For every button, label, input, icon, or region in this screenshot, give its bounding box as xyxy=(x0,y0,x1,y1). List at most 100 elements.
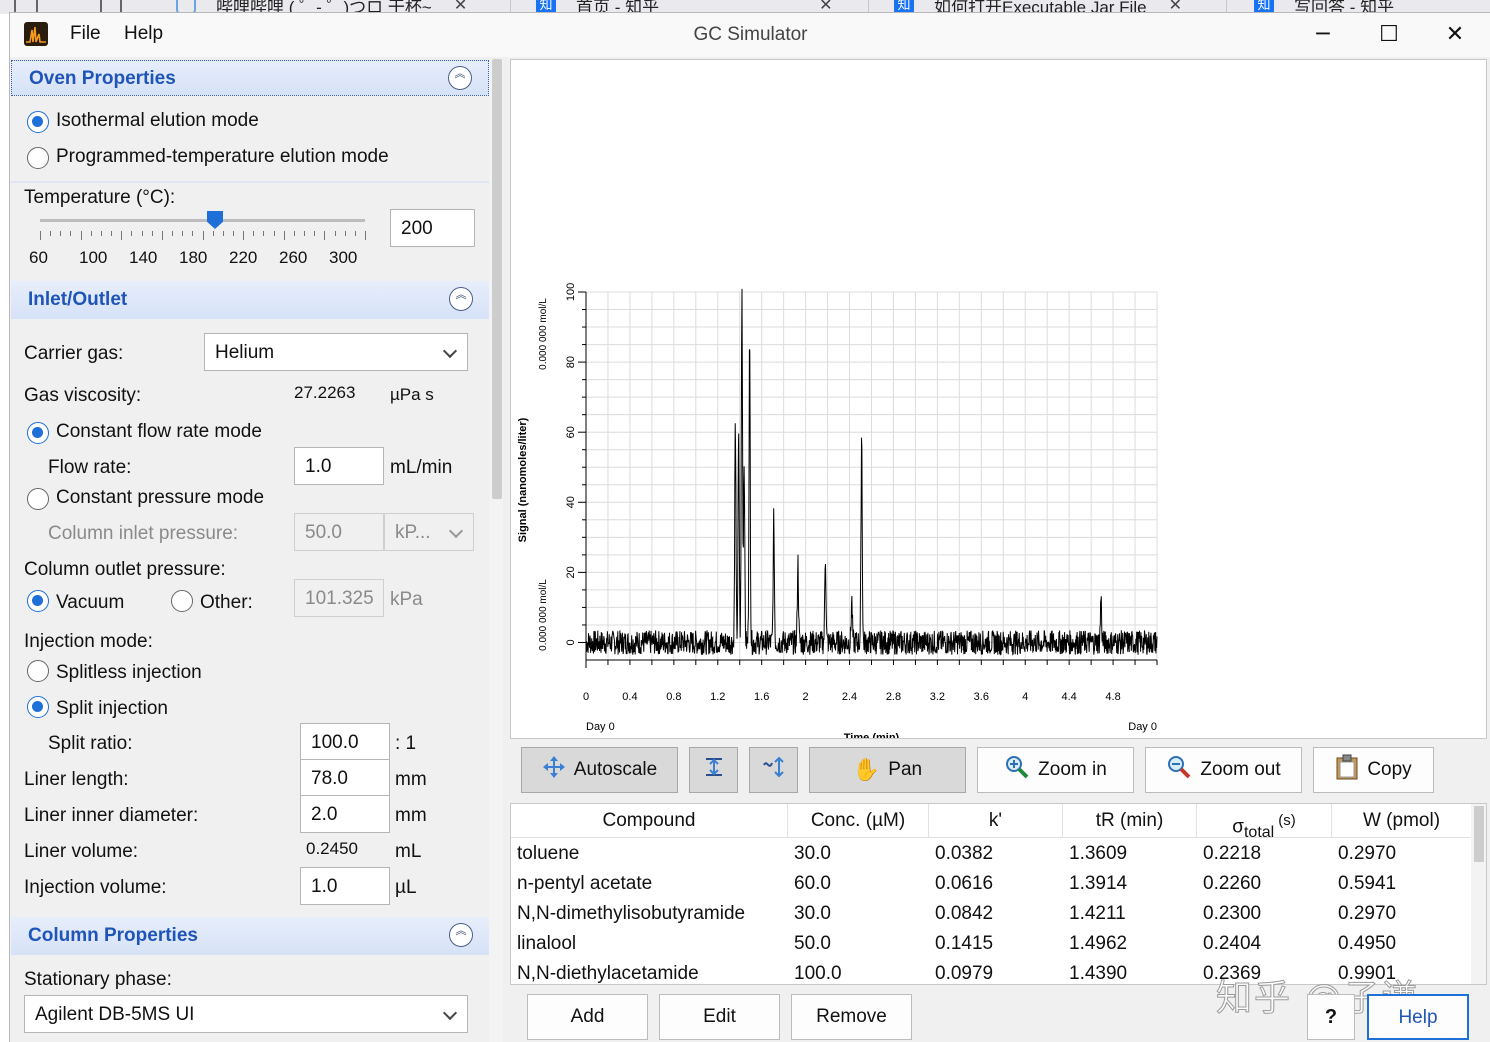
y-tick-label: 0 xyxy=(565,639,577,645)
collapse-section-icon[interactable]: ︽ xyxy=(449,287,473,311)
x-tick-label: 0.8 xyxy=(666,691,681,703)
slider-tick xyxy=(314,231,316,236)
chromatogram-plot-area[interactable]: 0 20 40 60 80 100 0.000 000 mol/L 0.000 000 mol… xyxy=(510,59,1487,751)
flow-rate-label: Flow rate: xyxy=(48,457,132,478)
add-button[interactable]: Add xyxy=(527,994,648,1040)
inlet-outlet-header[interactable]: Inlet/Outlet ︽ xyxy=(11,281,489,319)
collapse-section-icon[interactable]: ︽ xyxy=(449,923,473,947)
zoom-out-button[interactable]: Zoom out xyxy=(1145,747,1302,793)
constant-pressure-label: Constant pressure mode xyxy=(56,487,265,508)
col-concentration[interactable]: Conc. (µM) xyxy=(788,804,929,838)
zoom-out-label: Zoom out xyxy=(1200,759,1281,780)
settings-scroll-thumb[interactable] xyxy=(492,59,502,499)
close-icon[interactable]: ✕ xyxy=(1432,19,1478,51)
window-title: GC Simulator xyxy=(693,24,808,45)
liner-length-input[interactable]: 78.0 xyxy=(300,759,390,797)
column-properties-header[interactable]: Column Properties ︽ xyxy=(11,917,489,955)
x-axis-title: Time (min) xyxy=(844,732,900,738)
table-header: Compound Conc. (µM) k' tR (min) σtotal(s… xyxy=(511,804,1471,841)
slider-tick xyxy=(192,231,194,236)
gas-viscosity-unit: µPa s xyxy=(390,385,434,404)
slider-tick xyxy=(273,231,275,236)
col-sigma-total[interactable]: σtotal(s) xyxy=(1197,804,1332,841)
oven-properties-header[interactable]: Oven Properties ︽ xyxy=(11,60,489,96)
table-cell: 0.5941 xyxy=(1338,873,1397,894)
hand-icon: ✋ xyxy=(852,757,881,782)
stationary-phase-select[interactable]: Agilent DB-5MS UI xyxy=(24,995,468,1033)
liner-id-input[interactable]: 2.0 xyxy=(300,795,390,833)
col-w-pmol[interactable]: W (pmol) xyxy=(1332,804,1471,838)
y-extra-label-top: 0.000 000 mol/L xyxy=(538,298,549,370)
table-row[interactable]: linalool 50.0 0.1415 1.4962 0.2404 0.4950 xyxy=(511,929,1471,959)
other-pressure-radio[interactable] xyxy=(171,590,193,612)
split-radio[interactable] xyxy=(27,696,49,718)
slider-tick xyxy=(293,231,295,236)
slider-tick-label: 100 xyxy=(79,248,108,267)
table-row[interactable]: toluene 30.0 0.0382 1.3609 0.2218 0.2970 xyxy=(511,839,1471,869)
col-retention-time[interactable]: tR (min) xyxy=(1063,804,1197,838)
gas-viscosity-value: 27.2263 xyxy=(294,383,356,402)
slider-tick xyxy=(70,231,72,236)
constant-pressure-radio[interactable] xyxy=(27,488,49,510)
table-scroll-thumb[interactable] xyxy=(1474,806,1484,862)
zoom-in-button[interactable]: Zoom in xyxy=(977,747,1134,793)
table-scrollbar[interactable] xyxy=(1471,804,1486,984)
autoscale-y-button[interactable] xyxy=(749,747,798,793)
vacuum-radio[interactable] xyxy=(27,590,49,612)
table-cell: 0.0979 xyxy=(935,963,994,984)
liner-volume-label: Liner volume: xyxy=(24,841,139,862)
split-ratio-input[interactable]: 100.0 xyxy=(300,723,390,761)
title-bar: File Help GC Simulator ─ ☐ ✕ xyxy=(10,13,1490,57)
constant-flow-radio[interactable] xyxy=(27,422,49,444)
x-tick-label: 3.2 xyxy=(930,691,945,703)
flow-rate-input[interactable]: 1.0 xyxy=(294,447,384,485)
autoscale-button[interactable]: Autoscale xyxy=(521,747,678,793)
collapse-section-icon[interactable]: ︽ xyxy=(448,66,472,90)
settings-scrollbar[interactable] xyxy=(489,59,503,1042)
autoscale-x-button[interactable] xyxy=(689,747,738,793)
whats-this-button[interactable]: ? xyxy=(1307,994,1355,1040)
temperature-slider-thumb[interactable] xyxy=(207,211,223,229)
col-compound[interactable]: Compound xyxy=(511,804,788,838)
slider-tick xyxy=(60,231,62,236)
compound-table[interactable]: Compound Conc. (µM) k' tR (min) σtotal(s… xyxy=(510,803,1487,985)
temperature-input[interactable]: 200 xyxy=(390,209,475,247)
outlet-pressure-label: Column outlet pressure: xyxy=(24,559,226,580)
slider-tick xyxy=(324,231,326,240)
table-cell: 1.4962 xyxy=(1069,933,1128,954)
table-cell: 0.1415 xyxy=(935,933,994,954)
table-cell: 0.2970 xyxy=(1338,903,1397,924)
pan-label: Pan xyxy=(888,759,923,780)
copy-button[interactable]: Copy xyxy=(1313,747,1434,793)
slider-tick xyxy=(263,231,265,236)
section-title: Inlet/Outlet xyxy=(28,289,128,310)
zoom-in-label: Zoom in xyxy=(1038,759,1107,780)
chart-axes xyxy=(578,291,1158,668)
chromatogram-chart[interactable]: 0204060801000.000 000 mol/L0.000 000 mol… xyxy=(511,60,1486,751)
help-button[interactable]: Help xyxy=(1367,994,1469,1040)
table-cell: 0.2404 xyxy=(1203,933,1262,954)
programmed-temp-radio[interactable] xyxy=(27,147,49,169)
x-tick-label: 3.6 xyxy=(974,691,989,703)
isothermal-radio[interactable] xyxy=(27,111,49,133)
table-cell: 60.0 xyxy=(794,873,831,894)
splitless-radio[interactable] xyxy=(27,660,49,682)
pan-button[interactable]: ✋ Pan xyxy=(809,747,966,793)
injection-volume-input[interactable]: 1.0 xyxy=(300,867,390,905)
edit-button[interactable]: Edit xyxy=(659,994,780,1040)
liner-id-label: Liner inner diameter: xyxy=(24,805,199,826)
carrier-gas-select[interactable]: Helium xyxy=(204,333,468,371)
temperature-slider-track[interactable] xyxy=(40,219,365,222)
remove-button[interactable]: Remove xyxy=(791,994,912,1040)
minimize-icon[interactable]: ─ xyxy=(1300,19,1346,51)
slider-tick xyxy=(344,231,346,236)
liner-length-unit: mm xyxy=(395,769,427,790)
slider-tick xyxy=(80,231,82,240)
maximize-icon[interactable]: ☐ xyxy=(1366,19,1412,51)
table-row[interactable]: N,N-dimethylisobutyramide 30.0 0.0842 1.421… xyxy=(511,899,1471,929)
col-k-prime[interactable]: k' xyxy=(929,804,1063,838)
injection-volume-label: Injection volume: xyxy=(24,877,167,898)
table-row[interactable]: n-pentyl acetate 60.0 0.0616 1.3914 0.2260 0.… xyxy=(511,869,1471,899)
table-cell: linalool xyxy=(517,933,577,954)
autoscale-label: Autoscale xyxy=(573,759,658,780)
